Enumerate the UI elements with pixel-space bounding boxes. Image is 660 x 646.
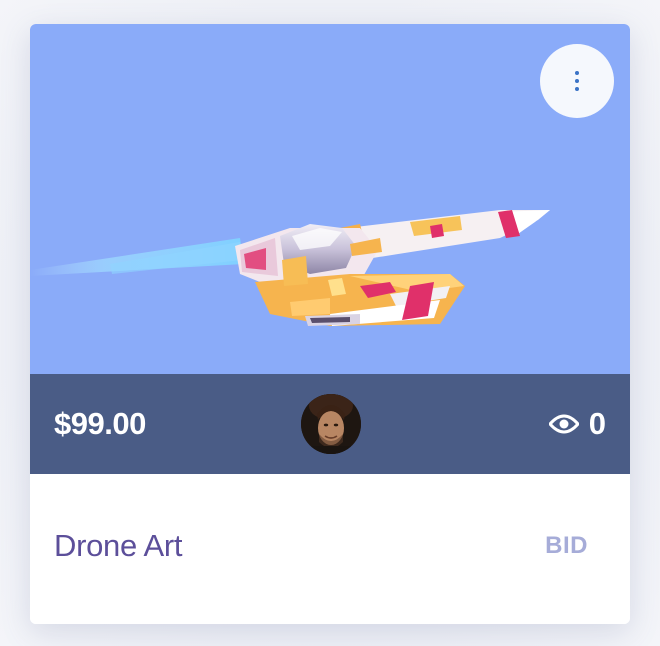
views-count: 0: [588, 406, 606, 441]
nft-card[interactable]: $99.00 0 Drone Art BID: [30, 24, 630, 624]
views-counter: 0: [548, 374, 606, 474]
page-background: $99.00 0 Drone Art BID: [0, 0, 660, 646]
artwork-image[interactable]: [30, 24, 630, 374]
bid-button[interactable]: BID: [545, 526, 588, 566]
eye-icon: [548, 414, 579, 434]
creator-avatar[interactable]: [301, 394, 361, 454]
price-label: $99.00: [54, 406, 146, 441]
card-stats-bar: $99.00 0: [30, 374, 630, 474]
more-vertical-icon: [575, 71, 579, 91]
artwork-title[interactable]: Drone Art: [54, 474, 183, 618]
more-options-button[interactable]: [540, 44, 614, 118]
card-footer: Drone Art BID: [30, 474, 630, 624]
avatar-photo: [301, 394, 361, 454]
